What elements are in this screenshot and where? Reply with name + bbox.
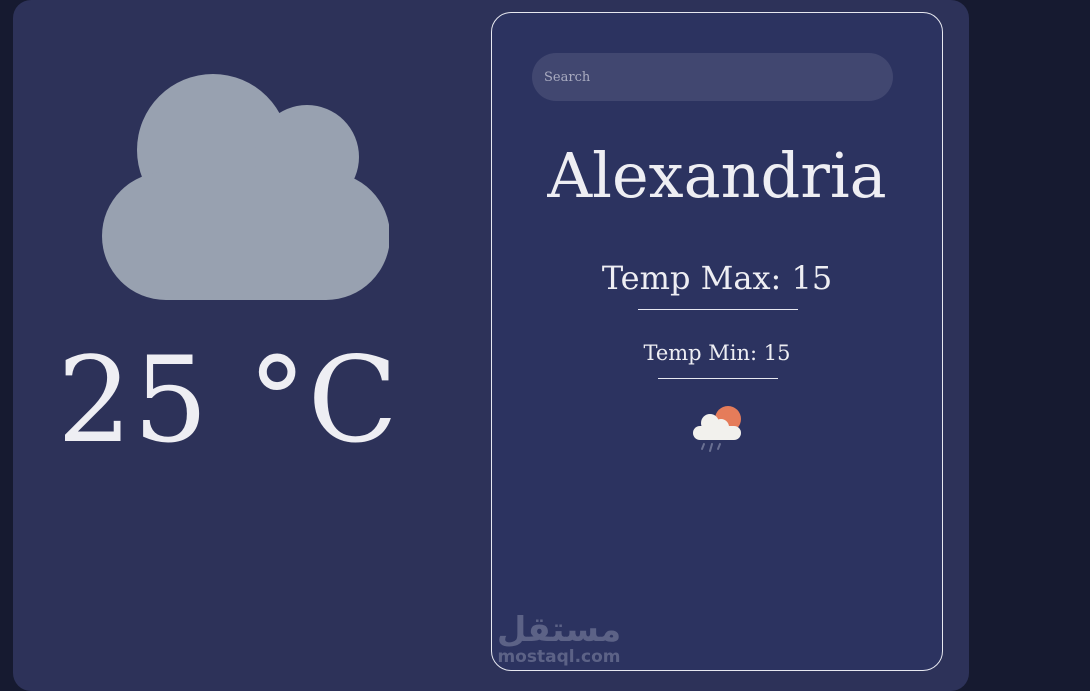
details-panel: Alexandria Temp Max: 15 Temp Min: 15	[491, 12, 943, 671]
weather-card: 25 °C Alexandria Temp Max: 15 Temp Min: …	[13, 0, 969, 691]
city-name: Alexandria	[547, 139, 887, 212]
temp-max-underline	[638, 309, 798, 310]
watermark-latin: mostaql.com	[497, 647, 621, 668]
search-input[interactable]	[532, 53, 893, 101]
temp-min: Temp Min: 15	[643, 341, 791, 365]
watermark-arabic: مستقل	[496, 610, 622, 650]
watermark-logo: مستقل mostaql.com	[479, 610, 639, 682]
temp-min-underline	[658, 378, 778, 379]
cloud-icon	[102, 74, 389, 300]
cloud-sun-rain-icon	[693, 406, 741, 452]
current-temperature: 25 °C	[57, 331, 399, 469]
temp-max: Temp Max: 15	[601, 259, 833, 297]
